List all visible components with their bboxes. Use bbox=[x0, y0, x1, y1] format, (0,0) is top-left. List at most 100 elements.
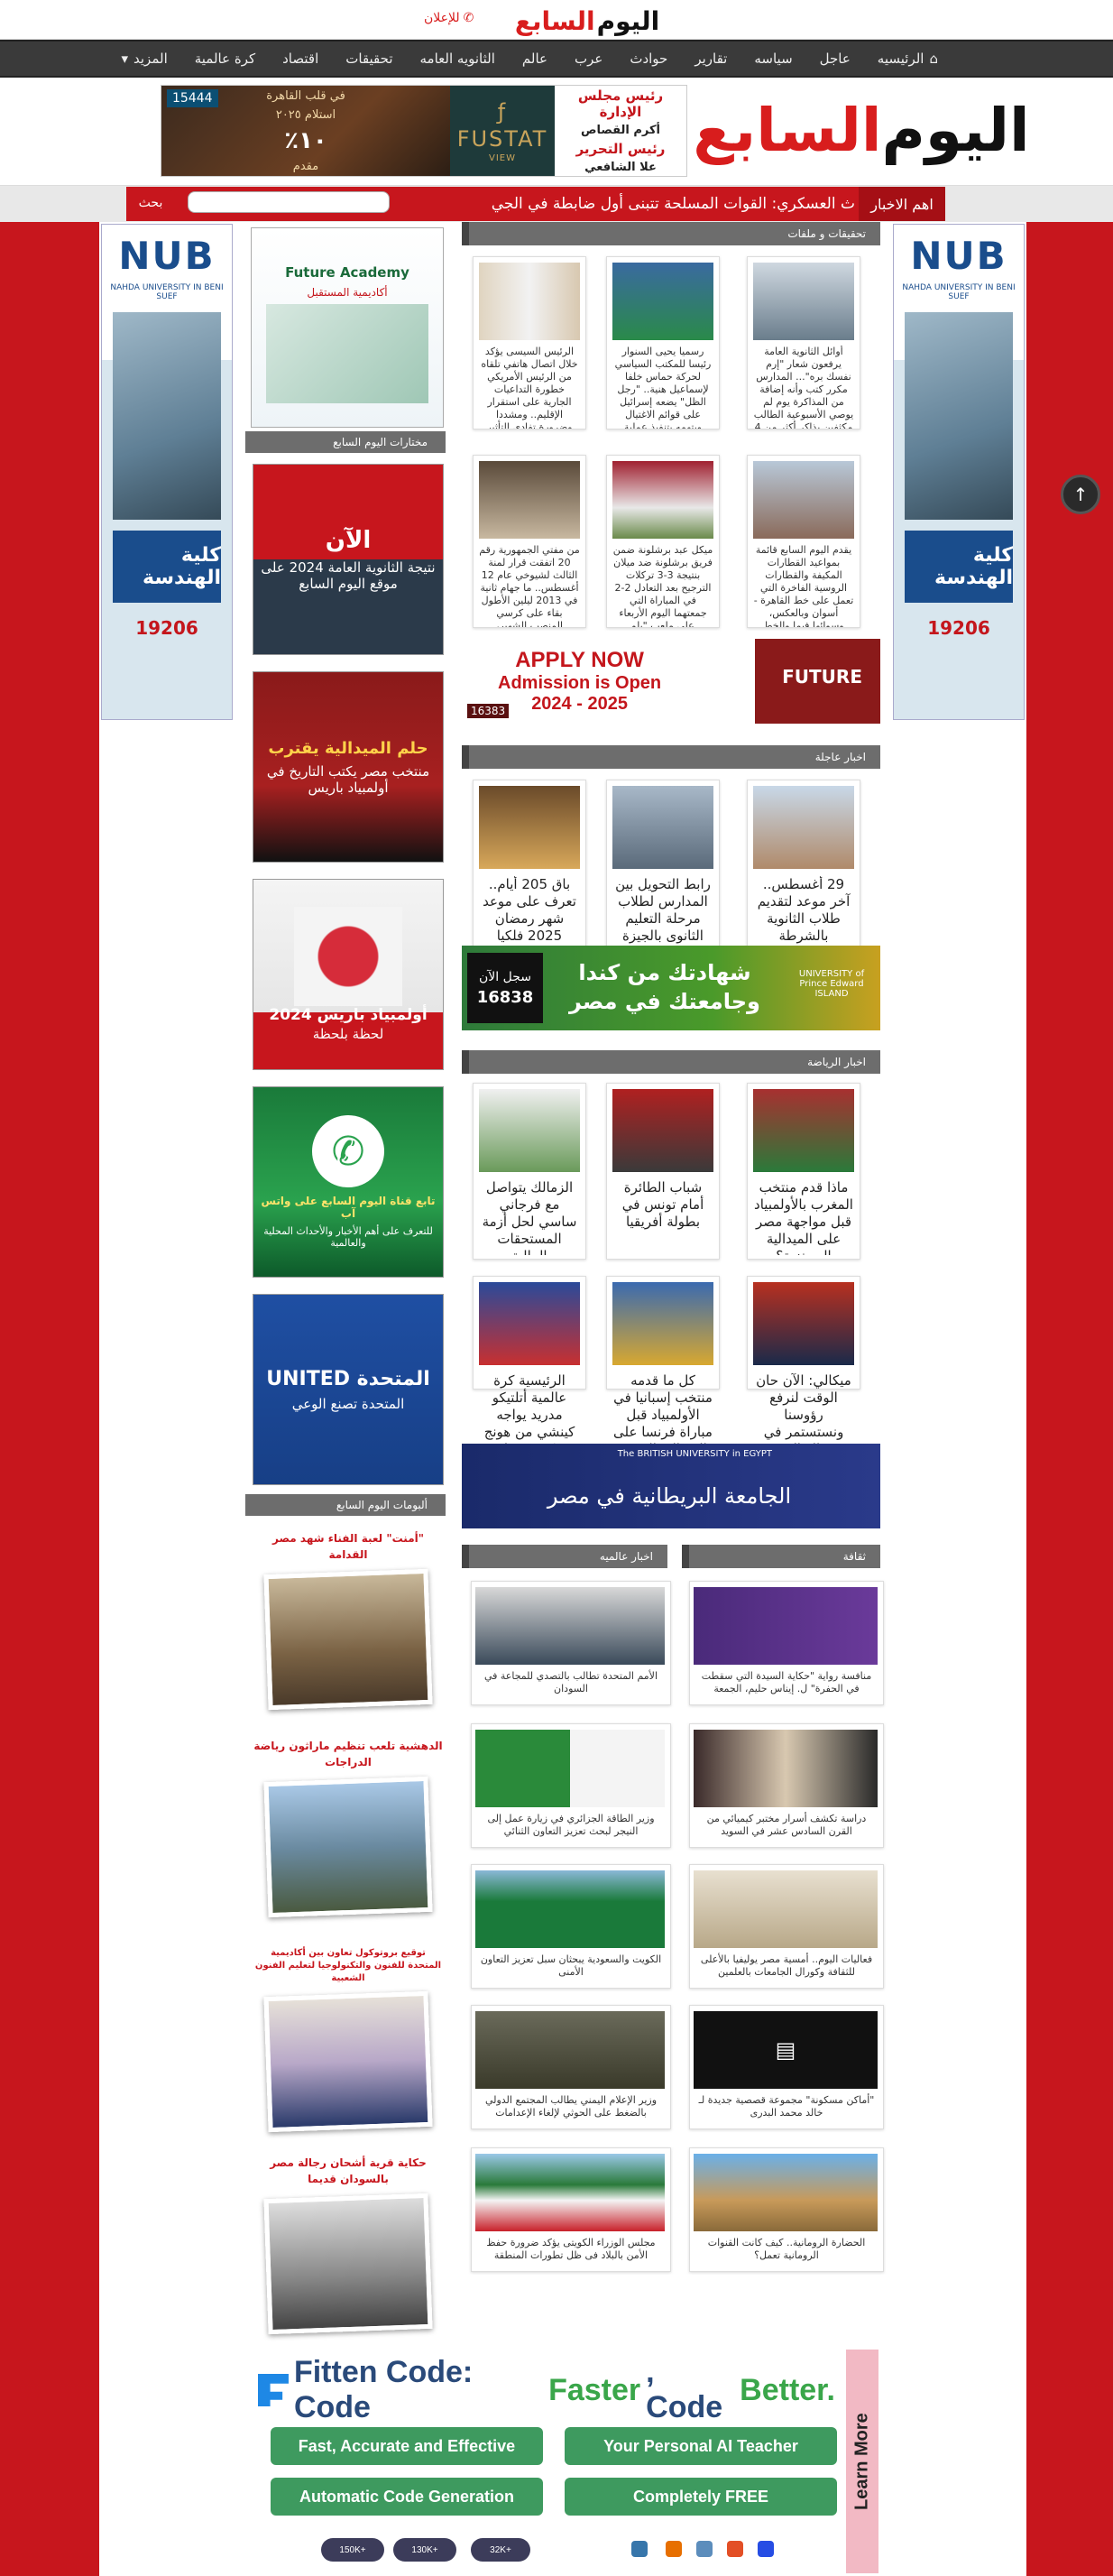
scroll-to-top-button[interactable]: ↑ bbox=[1061, 475, 1100, 514]
fitten-feature-teacher[interactable]: Your Personal AI Teacher bbox=[565, 2427, 837, 2465]
promo-olympic-medal[interactable]: حلم الميدالية يقترب منتخب مصر يكتب التار… bbox=[253, 671, 444, 863]
news-card[interactable]: الرئيس السيسى يؤكد خلال اتصال هاتفي تلقا… bbox=[473, 256, 586, 429]
nav-item-world[interactable]: عالم bbox=[522, 51, 547, 67]
promo-paris-2024[interactable]: أولمبياد باريس 2024 لحظة بلحظة bbox=[253, 879, 444, 1070]
stat-pill: 130K+ bbox=[393, 2538, 456, 2562]
news-card[interactable]: وزير الإعلام اليمني يطالب المجتمع الدولي… bbox=[471, 2005, 671, 2129]
upei-cta[interactable]: سجل الآن 16838 bbox=[467, 953, 543, 1023]
news-card[interactable]: الرئيسية كرة عالمية أتلتيكو مدريد يواجه … bbox=[473, 1276, 586, 1457]
fitten-title-b: Faster bbox=[548, 2372, 641, 2407]
news-card[interactable]: باق 205 أيام.. تعرف على موعد شهر رمضان 2… bbox=[473, 780, 586, 955]
nav-item-accidents[interactable]: حوادث bbox=[630, 51, 667, 67]
nav-item-world-football[interactable]: كرة عالمية bbox=[195, 51, 255, 67]
advertise-label: للإعلان bbox=[424, 11, 460, 25]
card-image bbox=[753, 786, 854, 869]
news-card[interactable]: الزمالك يتواصل مع فرجاني ساسي لحل أزمة ا… bbox=[473, 1083, 586, 1260]
nav-item-politics[interactable]: سياسه bbox=[754, 51, 792, 67]
news-card[interactable]: ▤ "أماكن مسكونة" مجموعة قصصية جديدة لـ خا… bbox=[689, 2005, 884, 2129]
news-card[interactable]: رابط التحويل بين المدارس لطلاب مرحلة الت… bbox=[606, 780, 720, 955]
mascot-image bbox=[294, 907, 402, 1006]
card-title: يقدم اليوم السابع قائمة بمواعيد القطارات… bbox=[753, 544, 854, 627]
section-header-breaking: اخبار عاجلة bbox=[462, 745, 880, 769]
album-item[interactable]: "أمنت" لعبة الفناء شهد مصر القدامة bbox=[253, 1530, 444, 1747]
picks-header: مختارات اليوم السابع bbox=[245, 431, 446, 453]
news-card[interactable]: فعاليات اليوم.. أمسية مصر يوليفيا بالأعل… bbox=[689, 1864, 884, 1989]
bue-banner[interactable]: The BRITISH UNIVERSITY in EGYPT الجامعة … bbox=[462, 1444, 880, 1528]
main-logo[interactable]: اليوم السابع bbox=[693, 92, 1031, 168]
album-item[interactable]: حكاية قرية أشحان رجالة مصر بالسودان قديم… bbox=[253, 2155, 444, 2371]
fitten-feature-fast[interactable]: Fast, Accurate and Effective bbox=[271, 2427, 543, 2465]
fustat-brand: ƒ FUSTAT VIEW bbox=[450, 86, 555, 176]
skyscraper-ad-right[interactable]: NUB NAHDA UNIVERSITY IN BENI SUEF كلية ا… bbox=[893, 224, 1025, 720]
news-card[interactable]: يقدم اليوم السابع قائمة بمواعيد القطارات… bbox=[747, 455, 860, 628]
news-card[interactable]: الأمم المتحدة تطالب بالتصدي للمجاعة في ا… bbox=[471, 1581, 671, 1705]
advertise-link[interactable]: ✆ للإعلان bbox=[424, 11, 474, 25]
news-card[interactable]: دراسة تكشف أسرار مختبر كيميائي من القرن … bbox=[689, 1723, 884, 1848]
news-card[interactable]: الكويت والسعودية يبحثان سبل تعزيز التعاو… bbox=[471, 1864, 671, 1989]
news-card[interactable]: ماذا قدم منتخب المغرب بالأولمبياد قبل مو… bbox=[747, 1083, 860, 1260]
fitten-feature-free[interactable]: Completely FREE bbox=[565, 2478, 837, 2516]
future-admission-banner[interactable]: APPLY NOW Admission is Open 2024 - 2025 … bbox=[462, 639, 880, 724]
fitten-feature-generation[interactable]: Automatic Code Generation bbox=[271, 2478, 543, 2516]
home-icon: ⌂ bbox=[929, 51, 938, 67]
card-image bbox=[475, 2154, 665, 2231]
academy-subtitle: أكاديمية المستقبل bbox=[307, 286, 388, 299]
news-card[interactable]: منافسة رواية "حكاية السيدة التي سقطت في … bbox=[689, 1581, 884, 1705]
news-card[interactable]: كل ما قدمه منتخب إسبانيا في الأولمبياد ق… bbox=[606, 1276, 720, 1457]
java-icon bbox=[666, 2541, 682, 2557]
nav-item-high-school[interactable]: الثانويه العامه bbox=[420, 51, 495, 67]
main-logo-black: اليوم bbox=[881, 95, 1032, 165]
nub-subtitle: NAHDA UNIVERSITY IN BENI SUEF bbox=[902, 283, 1016, 301]
ad-badge: كلية الهندسة bbox=[905, 531, 1013, 603]
promo-united[interactable]: المتحدة UNITED المتحدة تصنع الوعي bbox=[253, 1294, 444, 1485]
album-caption: الدهشية تلعب تنظيم ماراثون رياضة الدراجا… bbox=[253, 1740, 443, 1768]
header-advertisement[interactable]: رئيس مجلس الإدارة أكرم القصاص رئيس التحر… bbox=[161, 85, 687, 177]
card-image bbox=[475, 1730, 665, 1807]
right-margin bbox=[1026, 222, 1113, 2576]
news-card[interactable]: الحضارة الرومانية.. كيف كانت القنوات الر… bbox=[689, 2147, 884, 2272]
ticker-headline[interactable]: ث العسكري: القوات المسلحة تتبنى أول ضابط… bbox=[386, 187, 855, 221]
nav-item-arab[interactable]: عرب bbox=[575, 51, 602, 67]
promo-text: المتحدة تصنع الوعي bbox=[291, 1395, 405, 1412]
future-academy-ad[interactable]: Future Academy أكاديمية المستقبل bbox=[251, 227, 444, 428]
nav-item-home[interactable]: ⌂ الرئيسيه bbox=[878, 51, 938, 67]
album-caption: توقيع بروتوكول تعاون بين أكاديمية المتحد… bbox=[254, 1948, 442, 1983]
learn-more-button[interactable]: Learn More bbox=[846, 2350, 878, 2573]
nav-item-investigations[interactable]: تحقيقات bbox=[345, 51, 392, 67]
upei-cta-label: سجل الآن bbox=[479, 969, 531, 984]
card-title: من مفتي الجمهورية رقم 20 اتفقت قرار لمنة… bbox=[479, 544, 580, 627]
news-card[interactable]: مجلس الوزراء الكويتى يؤكد ضرورة حفظ الأم… bbox=[471, 2147, 671, 2272]
academy-title: Future Academy bbox=[285, 264, 409, 281]
fustat-name: FUSTAT bbox=[456, 125, 548, 152]
promo-results[interactable]: الآن نتيجة الثانوية العامة 2024 على موقع… bbox=[253, 464, 444, 655]
promo-whatsapp[interactable]: ✆ تابع قناة اليوم السابع على واتس آب للت… bbox=[253, 1086, 444, 1278]
news-card[interactable]: من مفتي الجمهورية رقم 20 اتفقت قرار لمنة… bbox=[473, 455, 586, 628]
card-title: ميكل عبد برشلونة ضمن فريق برشلونة ضد ميل… bbox=[612, 544, 713, 627]
album-item[interactable]: الدهشية تلعب تنظيم ماراثون رياضة الدراجا… bbox=[253, 1738, 444, 1954]
promo-title: الآن bbox=[325, 527, 372, 554]
academy-image bbox=[266, 304, 428, 403]
upei-banner[interactable]: سجل الآن 16838 شهادتك من كندا وجامعتك في… bbox=[462, 946, 880, 1030]
album-item[interactable]: توقيع بروتوكول تعاون بين أكاديمية المتحد… bbox=[253, 1947, 444, 2164]
search-input[interactable] bbox=[188, 191, 390, 213]
news-card[interactable]: وزير الطاقة الجزائري في زيارة عمل إلى ال… bbox=[471, 1723, 671, 1848]
nav-item-urgent[interactable]: عاجل bbox=[820, 51, 851, 67]
news-card[interactable]: شباب الطائرة أمام تونس في بطولة أفريقيا bbox=[606, 1083, 720, 1260]
site-logo-small[interactable]: اليوم السابع bbox=[494, 4, 680, 38]
nav-item-more[interactable]: المزيد ▾ bbox=[121, 51, 167, 67]
nav-item-economy[interactable]: اقتصاد bbox=[282, 51, 318, 67]
nav-item-reports[interactable]: تقارير bbox=[694, 51, 727, 67]
skyscraper-ad-left[interactable]: NUB NAHDA UNIVERSITY IN BENI SUEF كلية ا… bbox=[101, 224, 233, 720]
ad-photo bbox=[905, 312, 1013, 520]
nub-logo: NUB bbox=[118, 234, 216, 278]
card-title: الحضارة الرومانية.. كيف كانت القنوات الر… bbox=[707, 2237, 866, 2261]
news-card[interactable]: ميكالي: الآن حان الوقت لنرفع رؤوسنا ونست… bbox=[747, 1276, 860, 1457]
card-image bbox=[612, 461, 713, 539]
albums-header: ألبومات اليوم السابع bbox=[245, 1494, 446, 1516]
news-card[interactable]: رسميا يحيى السنوار رئيسا للمكتب السياسي … bbox=[606, 256, 720, 429]
news-card[interactable]: ميكل عبد برشلونة ضمن فريق برشلونة ضد ميل… bbox=[606, 455, 720, 628]
card-image bbox=[612, 1089, 713, 1172]
news-card[interactable]: أوائل الثانوية العامة يرفعون شعار "إرم ن… bbox=[747, 256, 860, 429]
search-button[interactable]: بحث bbox=[126, 190, 175, 214]
news-card[interactable]: 29 أغسطس.. آخر موعد لتقديم طلاب الثانوية… bbox=[747, 780, 860, 955]
